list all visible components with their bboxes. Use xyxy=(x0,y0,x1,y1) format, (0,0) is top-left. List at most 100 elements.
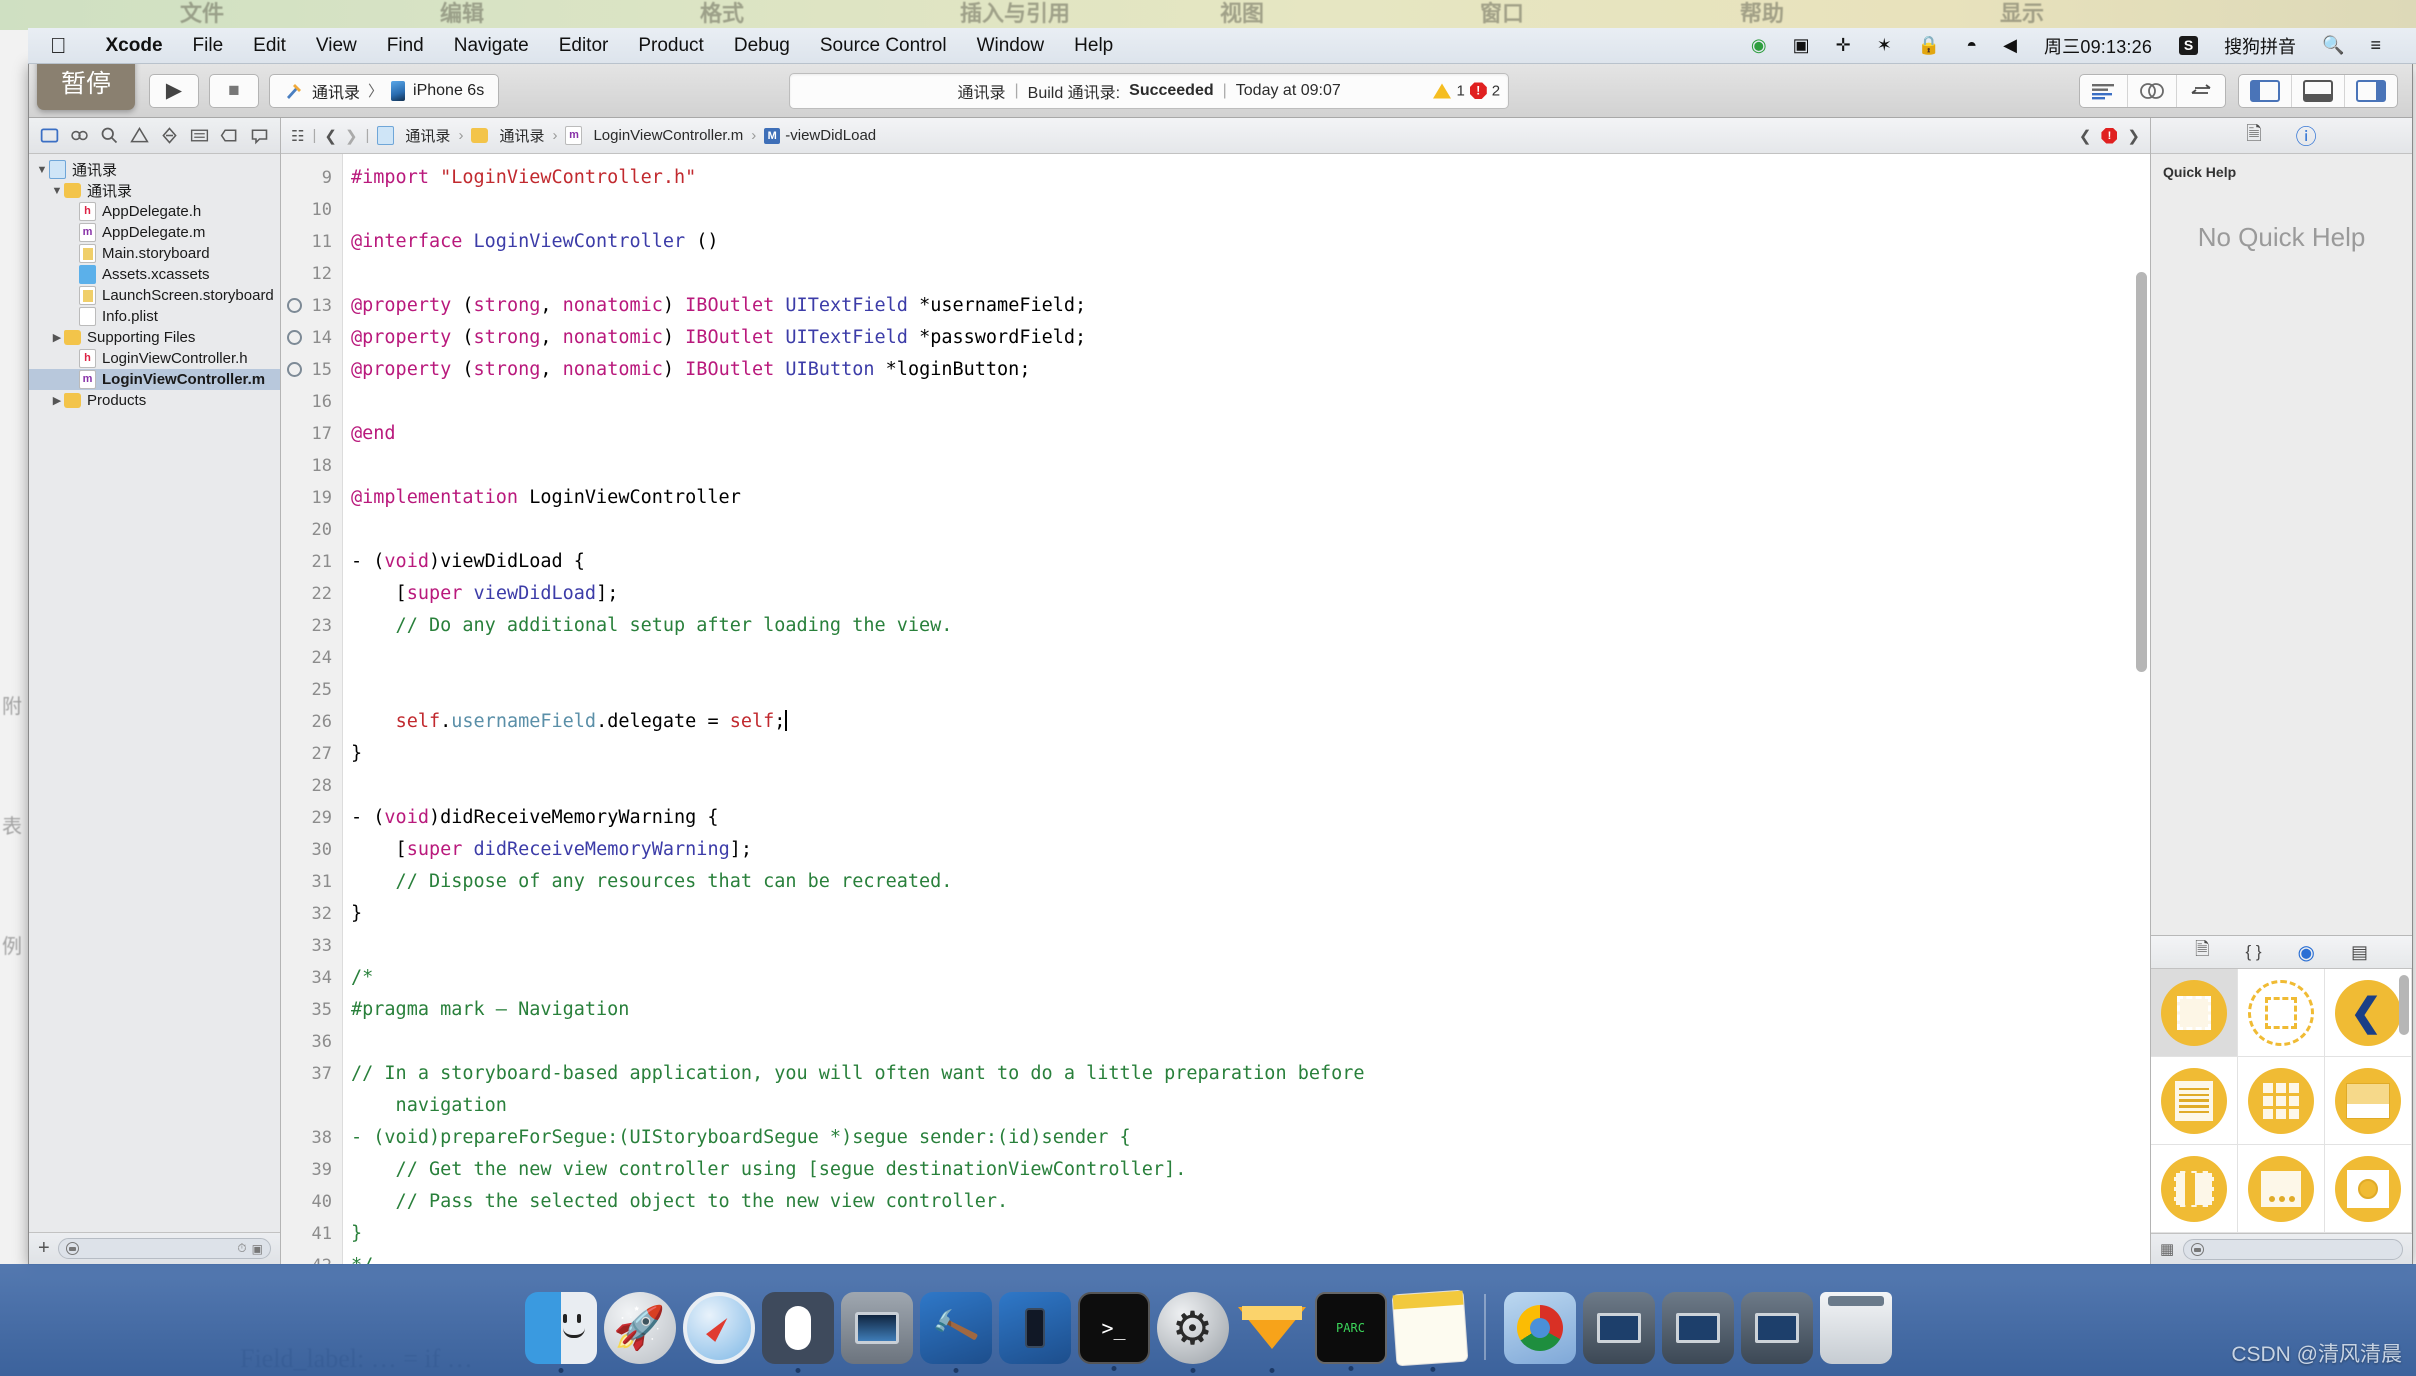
menu-debug[interactable]: Debug xyxy=(719,35,805,57)
dock-xcode[interactable]: 🔨 xyxy=(919,1292,992,1373)
toggle-utilities-button[interactable] xyxy=(2345,75,2397,107)
tab-bar-controller-object[interactable] xyxy=(2325,1145,2412,1233)
issue-indicator-icon[interactable]: ! xyxy=(2101,127,2118,144)
dock-safari[interactable] xyxy=(682,1292,755,1364)
breakpoint-marker-icon[interactable] xyxy=(287,298,302,313)
breadcrumb[interactable]: 通讯录 › 通讯录 › m LoginViewController.m › M -viewDid… xyxy=(377,125,876,146)
code-line[interactable]: @property (strong, nonatomic) IBOutlet U… xyxy=(351,354,2150,386)
code-line[interactable]: - (void)viewDidLoad { xyxy=(351,546,2150,578)
input-method-badge-icon[interactable]: S xyxy=(2166,36,2211,55)
code-line[interactable]: // Dispose of any resources that can be … xyxy=(351,866,2150,898)
breadcrumb-item-2[interactable]: 通讯录 xyxy=(471,125,544,146)
breakpoint-marker-icon[interactable] xyxy=(287,362,302,377)
code-line[interactable]: #import "LoginViewController.h" xyxy=(351,162,2150,194)
dock-terminal[interactable]: >_ xyxy=(1077,1292,1150,1371)
line-number[interactable]: 20 xyxy=(281,514,342,546)
next-issue-icon[interactable]: ❯ xyxy=(2127,127,2140,145)
code-line[interactable]: */ xyxy=(351,1250,2150,1264)
stop-button[interactable]: ■ xyxy=(210,75,258,107)
line-number[interactable]: 29 xyxy=(281,802,342,834)
code-line[interactable]: self.usernameField.delegate = self; xyxy=(351,706,2150,738)
navigator-item-通讯录[interactable]: ▼ 通讯录 xyxy=(29,159,280,180)
line-number[interactable]: 37 xyxy=(281,1058,342,1090)
code-line[interactable]: @implementation LoginViewController xyxy=(351,482,2150,514)
code-line[interactable]: @end xyxy=(351,418,2150,450)
back-chevron-icon[interactable]: ❮ xyxy=(324,127,337,145)
object-library-tab[interactable]: ◉ xyxy=(2298,940,2315,965)
menu-edit[interactable]: Edit xyxy=(238,35,301,57)
line-number[interactable]: 42 xyxy=(281,1250,342,1264)
collection-view-controller-object[interactable] xyxy=(2238,1057,2325,1145)
line-number[interactable]: 34 xyxy=(281,962,342,994)
menu-window[interactable]: Window xyxy=(962,35,1060,57)
code-line[interactable] xyxy=(351,1026,2150,1058)
code-line[interactable]: [super viewDidLoad]; xyxy=(351,578,2150,610)
line-number[interactable]: 22 xyxy=(281,578,342,610)
code-line[interactable]: } xyxy=(351,1218,2150,1250)
code-line[interactable]: @interface LoginViewController () xyxy=(351,226,2150,258)
source-code-text[interactable]: #import "LoginViewController.h" @interfac… xyxy=(343,154,2150,1264)
file-template-library-tab[interactable]: 🗎 xyxy=(2195,937,2209,967)
code-line[interactable]: @property (strong, nonatomic) IBOutlet U… xyxy=(351,290,2150,322)
dock-system-preferences[interactable]: ⚙ xyxy=(1156,1292,1229,1373)
dock-finder[interactable] xyxy=(524,1292,597,1373)
line-number[interactable]: 38 xyxy=(281,1122,342,1154)
menu-navigate[interactable]: Navigate xyxy=(439,35,544,57)
dock-trash[interactable] xyxy=(1819,1292,1892,1364)
code-line[interactable]: [super didReceiveMemoryWarning]; xyxy=(351,834,2150,866)
input-method-label[interactable]: 搜狗拼音 xyxy=(2211,33,2309,59)
navigator-item-LoginViewController-h[interactable]: h LoginViewController.h xyxy=(29,348,280,369)
line-number[interactable]: 30 xyxy=(281,834,342,866)
breakpoint-navigator-tab[interactable] xyxy=(247,125,271,147)
dock-screen-3[interactable] xyxy=(1740,1292,1813,1364)
line-number[interactable]: 14 xyxy=(281,322,342,354)
bluetooth-icon[interactable]: ✶ xyxy=(1864,35,1905,56)
code-line[interactable]: // In a storyboard-based application, yo… xyxy=(351,1058,2150,1090)
menu-bar-clock[interactable]: 周三09:13:26 xyxy=(2030,33,2166,59)
breadcrumb-item-1[interactable]: 通讯录 xyxy=(377,125,450,146)
code-line[interactable]: @property (strong, nonatomic) IBOutlet U… xyxy=(351,322,2150,354)
code-line[interactable] xyxy=(351,930,2150,962)
line-number[interactable]: 28 xyxy=(281,770,342,802)
dock-quicktime[interactable] xyxy=(840,1292,913,1364)
line-number[interactable]: 40 xyxy=(281,1186,342,1218)
line-number[interactable]: 27 xyxy=(281,738,342,770)
disclosure-triangle-icon[interactable]: ▶ xyxy=(50,394,64,407)
code-line[interactable]: navigation xyxy=(351,1090,2150,1122)
project-navigator-tab[interactable] xyxy=(38,125,62,147)
screen-record-icon[interactable]: ▣ xyxy=(1780,35,1823,56)
code-snippet-library-tab[interactable]: { } xyxy=(2245,942,2261,962)
dock-screen-2[interactable] xyxy=(1661,1292,1734,1364)
test-navigator-tab[interactable] xyxy=(187,125,211,147)
code-line[interactable]: #pragma mark — Navigation xyxy=(351,994,2150,1026)
code-line[interactable]: // Get the new view controller using [se… xyxy=(351,1154,2150,1186)
breadcrumb-item-3[interactable]: m LoginViewController.m xyxy=(565,126,743,145)
navigator-item-Supporting-Files[interactable]: ▶ Supporting Files xyxy=(29,327,280,348)
line-number[interactable]: 15 xyxy=(281,354,342,386)
line-number[interactable]: 41 xyxy=(281,1218,342,1250)
source-code-area[interactable]: 9 10 11 12 13 14 15 16 17 18 19 20 21 22 23 24 25 26 27 28 2… xyxy=(281,154,2150,1264)
code-line[interactable]: } xyxy=(351,738,2150,770)
wifi-icon[interactable]: ◓ xyxy=(1953,35,1990,56)
navigator-item-LoginViewController-m[interactable]: m LoginViewController.m xyxy=(29,369,280,390)
line-number-gutter[interactable]: 9 10 11 12 13 14 15 16 17 18 19 20 21 22 23 24 25 26 27 28 2… xyxy=(281,154,343,1264)
navigator-item-通讯录[interactable]: ▼ 通讯录 xyxy=(29,180,280,201)
line-number[interactable]: 17 xyxy=(281,418,342,450)
dock-parc[interactable]: PARC xyxy=(1314,1292,1387,1371)
line-number[interactable]: 23 xyxy=(281,610,342,642)
navigation-bar-object[interactable] xyxy=(2325,1057,2412,1145)
code-line[interactable]: // Do any additional setup after loading… xyxy=(351,610,2150,642)
toggle-navigator-button[interactable] xyxy=(2239,74,2292,107)
menu-source-control[interactable]: Source Control xyxy=(805,35,962,57)
dock-xcode-simulator[interactable] xyxy=(998,1292,1071,1364)
airdrop-icon[interactable]: ✛ xyxy=(1823,35,1864,56)
code-line[interactable] xyxy=(351,450,2150,482)
navigator-item-AppDelegate-h[interactable]: h AppDelegate.h xyxy=(29,201,280,222)
menu-view[interactable]: View xyxy=(301,35,372,57)
dock-sketch[interactable] xyxy=(1236,1292,1308,1373)
storyboard-reference-object[interactable] xyxy=(2238,969,2325,1057)
menu-file[interactable]: File xyxy=(178,35,239,57)
code-line[interactable] xyxy=(351,386,2150,418)
issue-counts[interactable]: 1 ! 2 xyxy=(1433,82,1500,99)
media-library-tab[interactable]: ▤ xyxy=(2351,942,2368,963)
